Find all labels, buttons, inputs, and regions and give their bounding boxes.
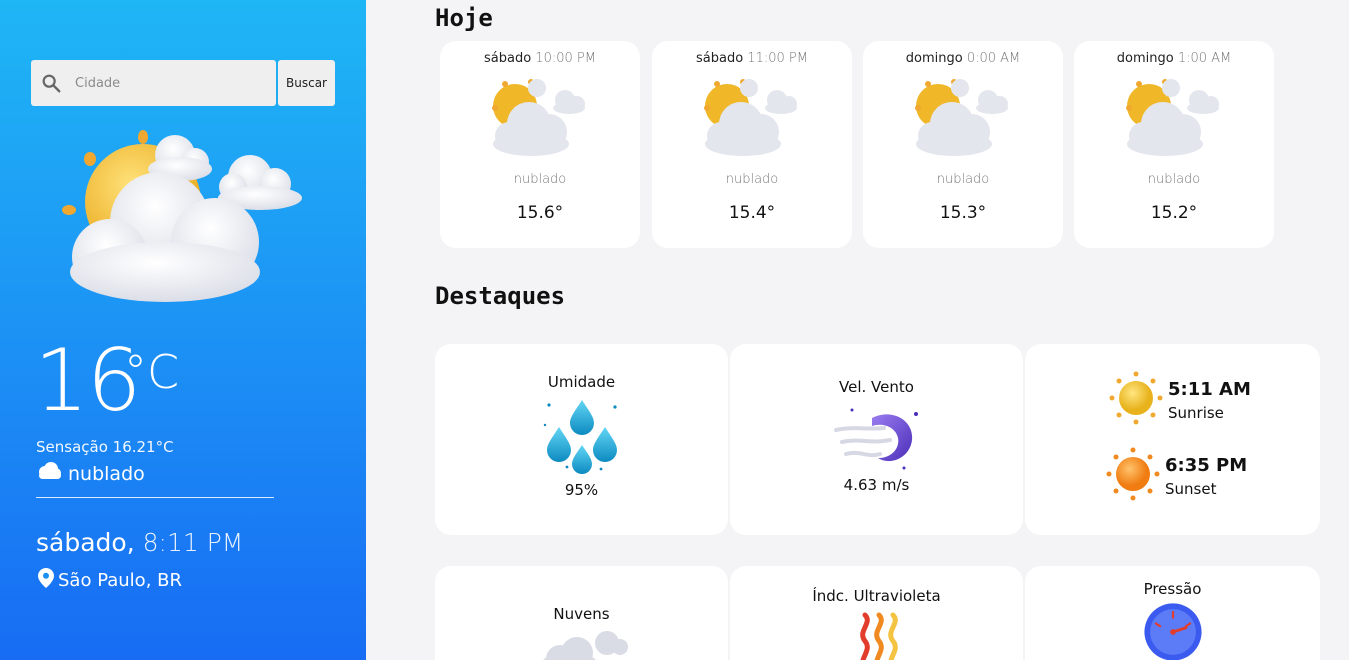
cloud-icon xyxy=(36,462,62,485)
forecast-day: sábado xyxy=(696,51,744,66)
current-time: 8:11 PM xyxy=(142,528,244,557)
clouds-label: Nuvens xyxy=(553,605,610,623)
water-drops-icon xyxy=(537,397,627,475)
condition-label: nublado xyxy=(68,462,145,485)
partly-cloudy-icon xyxy=(1119,74,1229,160)
sidebar: Cidade Buscar 16 °C Sensação 16.21°C nub… xyxy=(0,0,366,660)
partly-cloudy-icon xyxy=(697,74,807,160)
humidity-label: Umidade xyxy=(547,373,616,391)
current-condition: nublado xyxy=(36,462,145,485)
forecast-desc: nublado xyxy=(513,172,567,187)
forecast-when: sábado 11:00 PM xyxy=(652,51,852,66)
forecast-hour: 0:00 AM xyxy=(966,51,1021,66)
pressure-card: Pressão xyxy=(1025,566,1320,660)
partly-cloudy-icon xyxy=(55,122,315,311)
forecast-desc: nublado xyxy=(936,172,990,187)
sunset-icon xyxy=(1105,446,1161,506)
pressure-gauge-icon xyxy=(1131,602,1215,660)
clouds-icon xyxy=(532,629,632,660)
wind-label: Vel. Vento xyxy=(839,378,914,396)
temperature-unit: °C xyxy=(124,345,180,399)
sun-card: 5:11 AM Sunrise 6:35 PM Sunset xyxy=(1025,344,1320,535)
search-placeholder: Cidade xyxy=(75,75,121,91)
clouds-card: Nuvens xyxy=(435,566,728,660)
sunrise-row: 5:11 AM Sunrise xyxy=(1108,370,1251,430)
forecast-when: sábado 10:00 PM xyxy=(440,51,640,66)
partly-cloudy-icon xyxy=(485,74,595,160)
forecast-when: domingo 1:00 AM xyxy=(1074,51,1274,66)
forecast-day: domingo xyxy=(905,51,963,66)
forecast-desc: nublado xyxy=(1147,172,1201,187)
forecast-desc: nublado xyxy=(725,172,779,187)
forecast-day: sábado xyxy=(484,51,532,66)
sunset-label: Sunset xyxy=(1165,479,1217,498)
sunrise-icon xyxy=(1108,370,1164,430)
partly-cloudy-icon xyxy=(908,74,1018,160)
forecast-card: domingo 0:00 AM nublado 15.3° xyxy=(863,41,1063,248)
uv-heat-icon xyxy=(837,611,917,660)
location-pin-icon xyxy=(38,568,54,593)
forecast-hour: 1:00 AM xyxy=(1177,51,1232,66)
section-title-highlights: Destaques xyxy=(435,282,566,310)
forecast-hour: 11:00 PM xyxy=(747,51,808,66)
pressure-label: Pressão xyxy=(1143,580,1202,598)
sunset-row: 6:35 PM Sunset xyxy=(1105,446,1247,506)
humidity-card: Umidade 95% xyxy=(435,344,728,535)
search-input[interactable]: Cidade xyxy=(31,60,276,106)
wind-value: 4.63 m/s xyxy=(843,476,910,494)
forecast-card: sábado 10:00 PM nublado 15.6° xyxy=(440,41,640,248)
divider xyxy=(36,497,274,498)
forecast-card: domingo 1:00 AM nublado 15.2° xyxy=(1074,41,1274,248)
current-date: sábado, 8:11 PM xyxy=(36,528,243,557)
wind-card: Vel. Vento 4.63 m/s xyxy=(730,344,1023,535)
location-label: São Paulo, BR xyxy=(58,570,182,591)
humidity-value: 95% xyxy=(564,481,599,499)
feels-like: Sensação 16.21°C xyxy=(36,438,174,456)
wind-icon xyxy=(832,400,922,472)
sunrise-time: 5:11 AM xyxy=(1168,378,1251,400)
uv-card: Índc. Ultravioleta xyxy=(730,566,1023,660)
forecast-temp: 15.3° xyxy=(939,203,987,223)
current-day: sábado, xyxy=(36,528,135,557)
sunset-time: 6:35 PM xyxy=(1165,454,1248,476)
forecast-hour: 10:00 PM xyxy=(535,51,596,66)
forecast-temp: 15.6° xyxy=(516,203,564,223)
forecast-temp: 15.2° xyxy=(1150,203,1198,223)
forecast-day: domingo xyxy=(1116,51,1174,66)
location: São Paulo, BR xyxy=(38,568,182,593)
forecast-when: domingo 0:00 AM xyxy=(863,51,1063,66)
search-icon xyxy=(31,72,71,94)
section-title-today: Hoje xyxy=(435,4,493,32)
search-button[interactable]: Buscar xyxy=(278,60,335,106)
uv-label: Índc. Ultravioleta xyxy=(812,587,941,605)
forecast-card: sábado 11:00 PM nublado 15.4° xyxy=(652,41,852,248)
sunrise-label: Sunrise xyxy=(1168,403,1224,422)
forecast-temp: 15.4° xyxy=(728,203,776,223)
